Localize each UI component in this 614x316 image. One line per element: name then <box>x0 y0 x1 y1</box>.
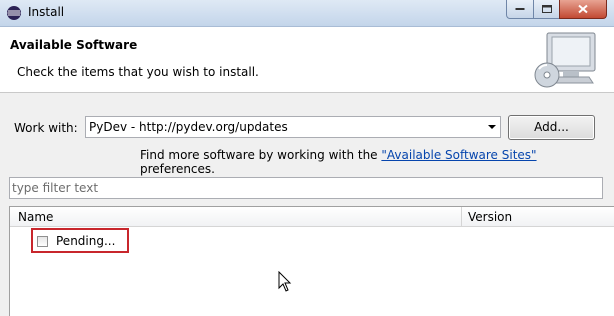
column-header-name[interactable]: Name <box>10 207 462 227</box>
chevron-down-icon[interactable] <box>488 125 496 129</box>
minimize-icon <box>515 8 525 10</box>
title-bar: Install <box>0 0 614 27</box>
close-button[interactable] <box>559 0 607 19</box>
monitor-cd-icon <box>534 32 596 88</box>
eclipse-icon <box>7 6 21 20</box>
available-software-sites-link[interactable]: "Available Software Sites" <box>381 148 536 162</box>
annotation-highlight-box <box>31 228 129 253</box>
software-table: Name Version Pending... <box>9 206 614 316</box>
mouse-cursor-icon <box>278 271 292 292</box>
page-title: Available Software <box>10 38 138 52</box>
close-icon <box>578 4 588 14</box>
work-with-value: PyDev - http://pydev.org/updates <box>89 120 288 134</box>
maximize-button[interactable] <box>533 0 560 19</box>
work-with-combo[interactable]: PyDev - http://pydev.org/updates <box>85 116 501 138</box>
filter-input[interactable] <box>12 180 592 196</box>
filter-box[interactable] <box>9 177 603 199</box>
hint-prefix: Find more software by working with the <box>140 148 382 162</box>
maximize-icon <box>541 5 552 13</box>
available-sites-hint: Find more software by working with the "… <box>140 148 614 176</box>
minimize-button[interactable] <box>506 0 534 19</box>
window-title: Install <box>28 5 65 19</box>
work-with-label: Work with: <box>14 121 78 135</box>
hint-suffix: preferences. <box>140 162 215 176</box>
wizard-header: Available Software Check the items that … <box>0 27 614 93</box>
column-header-version[interactable]: Version <box>462 207 614 227</box>
page-description: Check the items that you wish to install… <box>17 65 259 79</box>
add-site-button[interactable]: Add... <box>508 115 595 140</box>
